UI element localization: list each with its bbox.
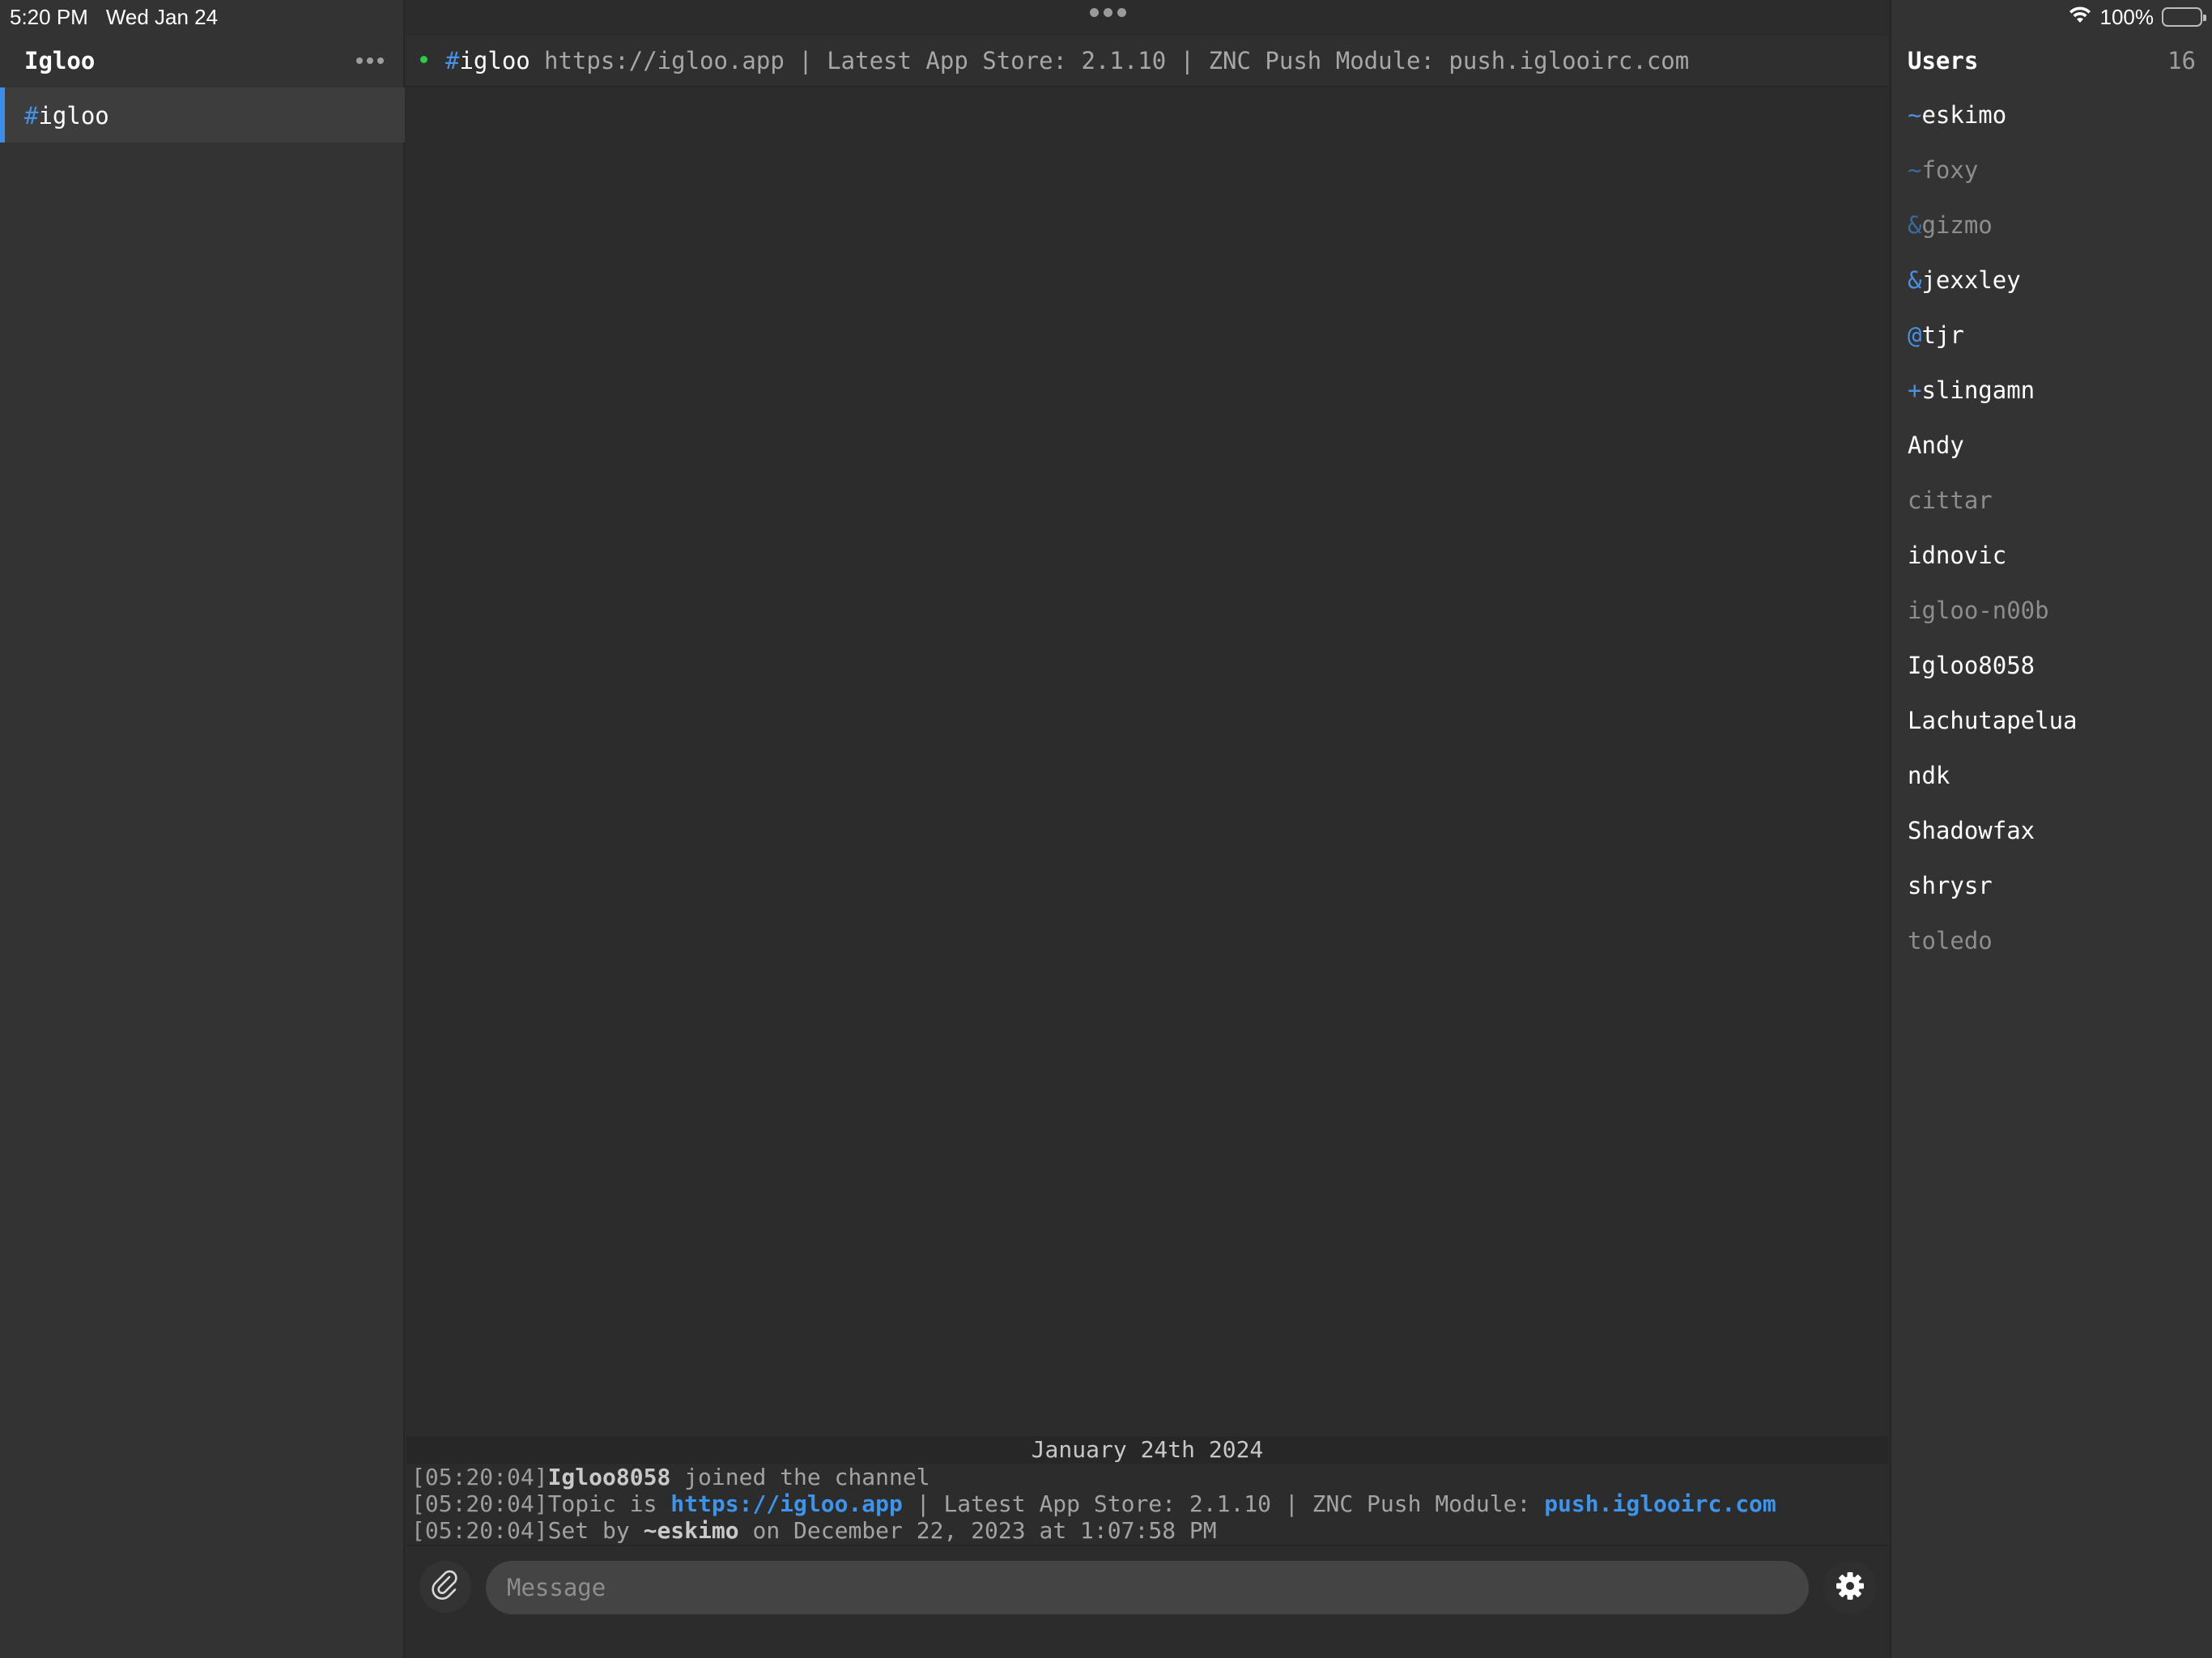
composer — [406, 1545, 1888, 1658]
channel-name: igloo — [38, 102, 109, 130]
topic-channel-name: #igloo — [445, 47, 530, 74]
message-timestamp: [05:20:04] — [411, 1517, 548, 1544]
user-item[interactable]: @tjr — [1908, 308, 2207, 363]
status-time: 5:20 PM — [10, 4, 88, 29]
message-input[interactable] — [486, 1561, 1809, 1614]
user-item[interactable]: toledo — [1908, 913, 2207, 968]
server-sidebar: Igloo #igloo — [0, 0, 405, 1658]
message-text: Topic is — [547, 1490, 671, 1517]
settings-button[interactable] — [1823, 1561, 1877, 1614]
users-header: Users 16 — [1891, 36, 2212, 86]
user-item[interactable]: cittar — [1908, 473, 2207, 528]
message-timestamp: [05:20:04] — [411, 1464, 548, 1490]
user-list: ~eskimo ~foxy &gizmo &jexxley @tjr +slin… — [1908, 87, 2207, 968]
channel-prefix: # — [24, 102, 39, 130]
topic-link[interactable]: https://igloo.app — [670, 1490, 903, 1517]
selected-indicator — [0, 87, 5, 142]
message-text: on December 22, 2023 at 1:07:58 PM — [738, 1517, 1217, 1544]
user-item[interactable]: Igloo8058 — [1908, 638, 2207, 693]
user-item[interactable]: Lachutapelua — [1908, 693, 2207, 748]
topic-bar[interactable]: #igloo https://igloo.app | Latest App St… — [406, 36, 1888, 87]
user-item[interactable]: Andy — [1908, 418, 2207, 473]
multitasking-handle[interactable] — [1090, 8, 1126, 17]
message-log: [05:20:04]Igloo8058 joined the channel [… — [411, 1464, 1885, 1544]
users-count: 16 — [2167, 47, 2196, 74]
channel-item-igloo[interactable]: #igloo — [0, 87, 405, 142]
status-bar-left: 5:20 PM Wed Jan 24 — [10, 3, 218, 31]
message-nick[interactable]: Igloo8058 — [548, 1464, 671, 1490]
user-item[interactable]: ~foxy — [1908, 142, 2207, 198]
chat-area: #igloo https://igloo.app | Latest App St… — [406, 0, 1888, 1658]
users-panel: Users 16 ~eskimo ~foxy &gizmo &jexxley @… — [1890, 0, 2212, 1658]
user-item[interactable]: ~eskimo — [1908, 87, 2207, 142]
log-line: [05:20:04]Set by ~eskimo on December 22,… — [411, 1517, 1885, 1544]
sidebar-header: Igloo — [0, 36, 405, 86]
user-item[interactable]: shrysr — [1908, 858, 2207, 913]
message-nick[interactable]: ~eskimo — [644, 1517, 739, 1544]
log-line: [05:20:04]Igloo8058 joined the channel — [411, 1464, 1885, 1490]
battery-icon — [2162, 7, 2206, 27]
user-item[interactable]: Shadowfax — [1908, 803, 2207, 858]
user-item[interactable]: &gizmo — [1908, 198, 2207, 253]
user-item[interactable]: idnovic — [1908, 528, 2207, 583]
log-line: [05:20:04]Topic is https://igloo.app | L… — [411, 1490, 1885, 1517]
status-date: Wed Jan 24 — [105, 4, 219, 29]
message-timestamp: [05:20:04] — [411, 1490, 548, 1517]
status-bar-right: 100% — [2068, 3, 2206, 31]
battery-percent: 100% — [2099, 4, 2155, 29]
message-text: | Latest App Store: 2.1.10 | ZNC Push Mo… — [902, 1490, 1545, 1517]
users-title: Users — [1908, 47, 1979, 74]
wifi-icon — [2068, 5, 2092, 30]
channel-topic: https://igloo.app | Latest App Store: 2.… — [544, 47, 1690, 74]
message-text: joined the channel — [670, 1464, 930, 1490]
attach-button[interactable] — [419, 1561, 471, 1613]
topic-link[interactable]: push.iglooirc.com — [1544, 1490, 1776, 1517]
paperclip-icon — [432, 1570, 459, 1604]
gear-icon — [1834, 1570, 1866, 1605]
server-title: Igloo — [24, 47, 96, 74]
message-text: Set by — [547, 1517, 644, 1544]
more-options-icon[interactable] — [356, 57, 384, 64]
user-item[interactable]: igloo-n00b — [1908, 583, 2207, 638]
connection-status-dot — [420, 56, 428, 63]
user-item[interactable]: ndk — [1908, 748, 2207, 803]
user-item[interactable]: +slingamn — [1908, 363, 2207, 418]
user-item[interactable]: &jexxley — [1908, 253, 2207, 308]
date-separator: January 24th 2024 — [406, 1436, 1888, 1464]
